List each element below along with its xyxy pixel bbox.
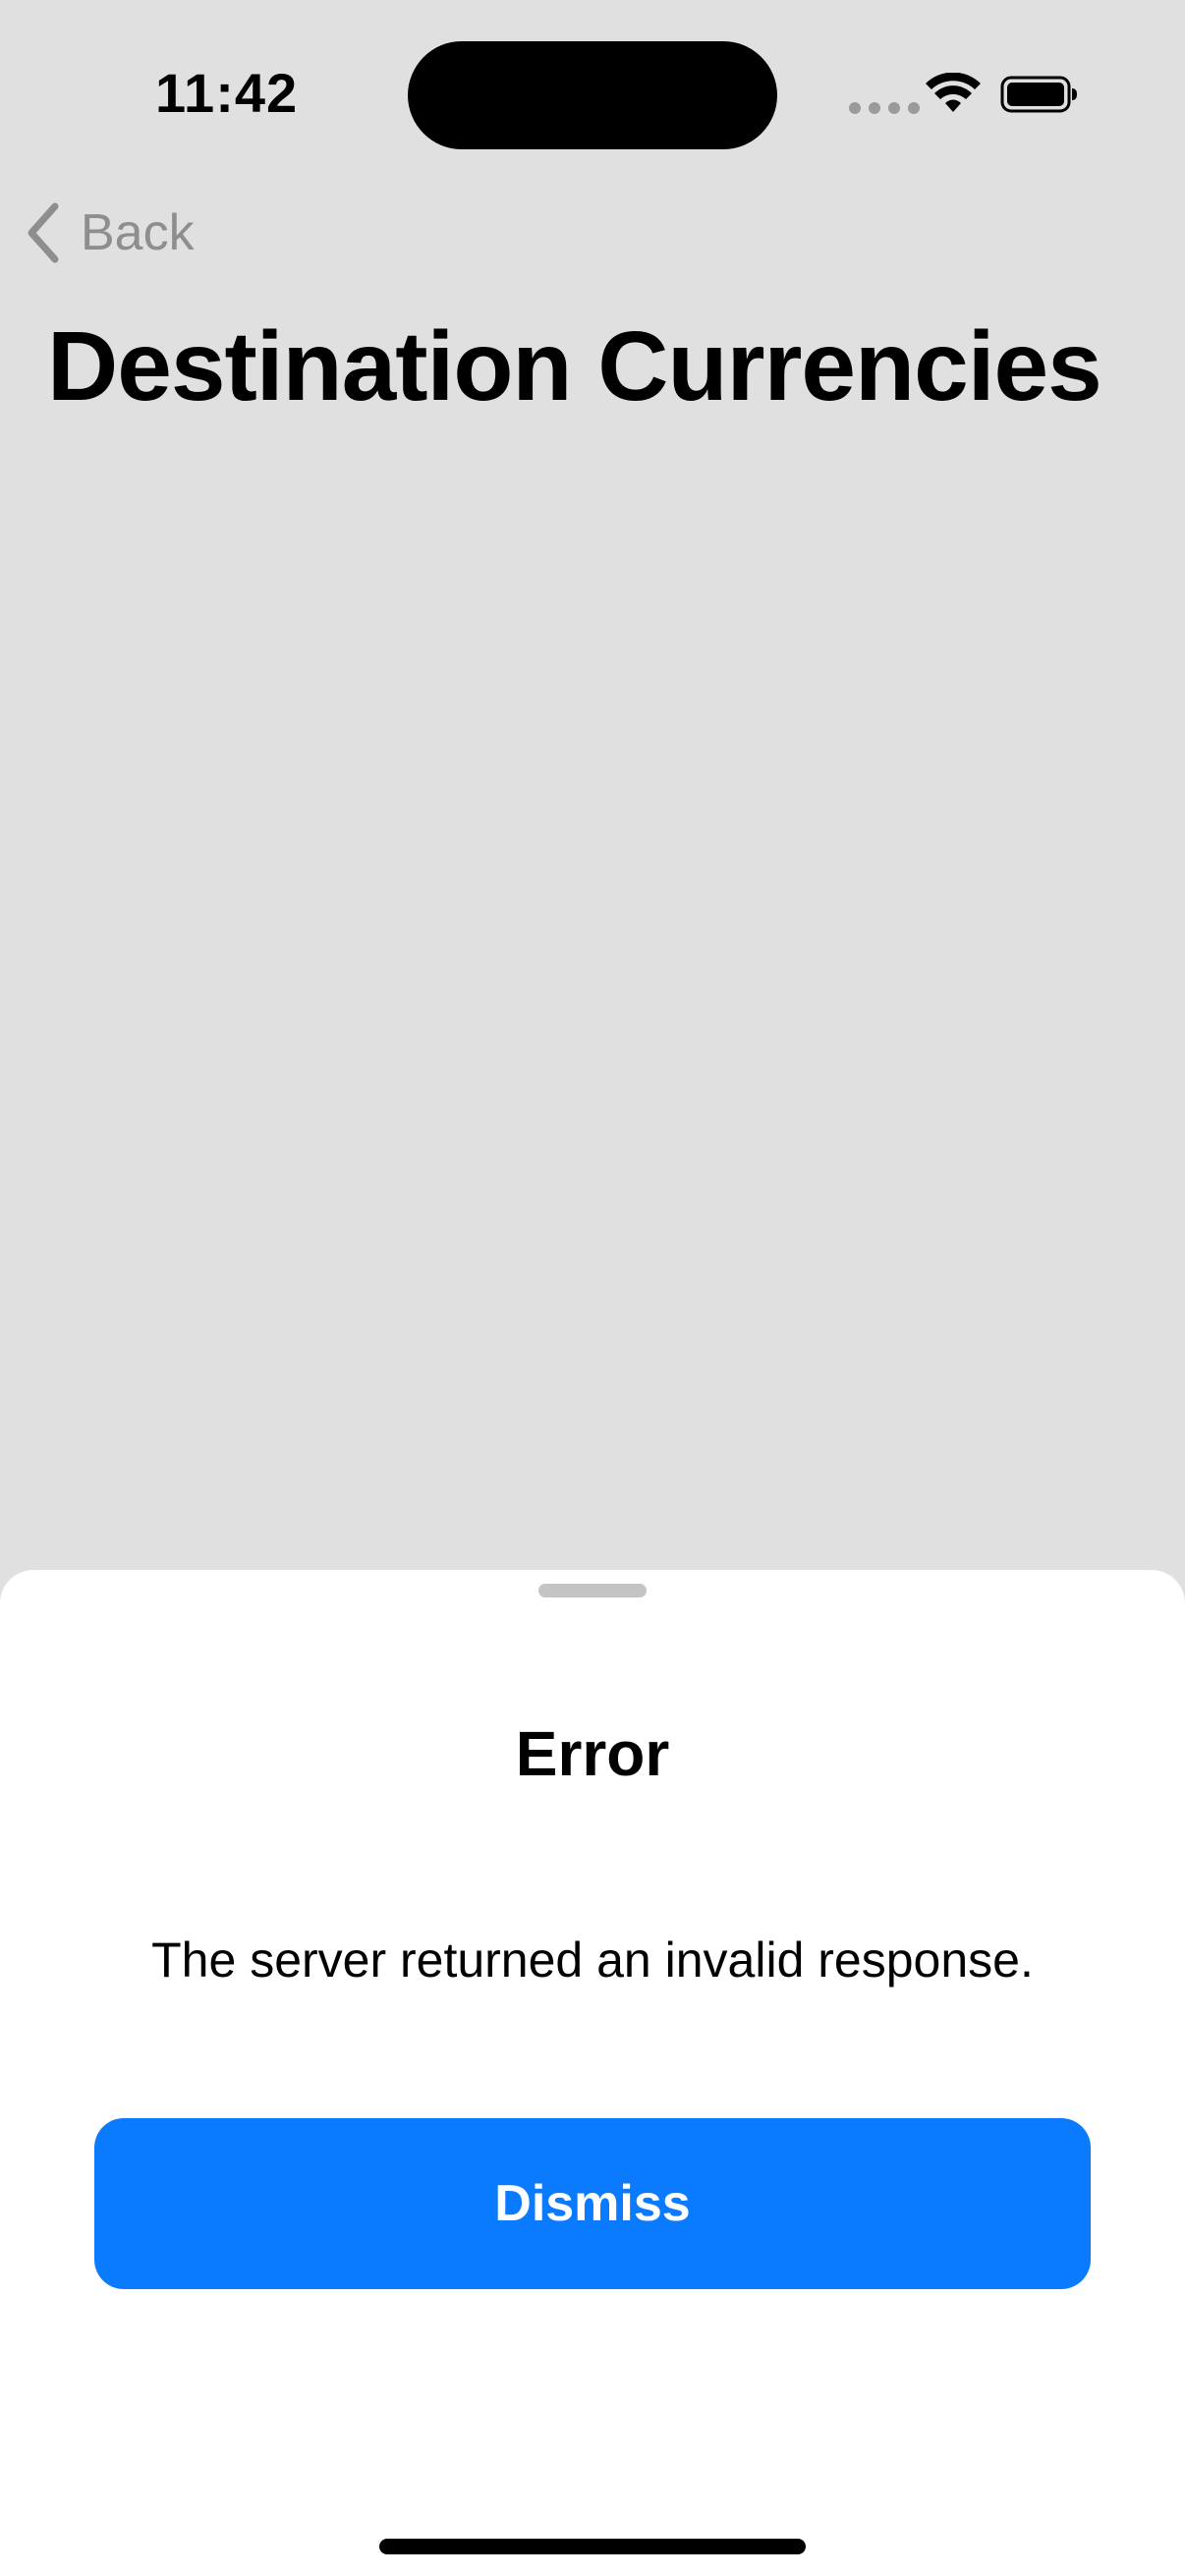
error-message: The server returned an invalid response. — [151, 1932, 1034, 1988]
dismiss-button[interactable]: Dismiss — [94, 2118, 1091, 2289]
error-sheet: Error The server returned an invalid res… — [0, 1570, 1185, 2576]
home-indicator[interactable] — [379, 2539, 806, 2554]
status-time: 11:42 — [155, 62, 299, 124]
error-title: Error — [515, 1718, 670, 1789]
page-title: Destination Currencies — [47, 311, 1102, 421]
wifi-icon — [926, 73, 981, 112]
dynamic-island — [408, 41, 777, 149]
signal-dots-icon — [849, 102, 920, 114]
status-bar: 11:42 — [0, 0, 1185, 187]
chevron-left-icon — [28, 202, 59, 263]
back-button[interactable]: Back — [24, 196, 195, 269]
back-label: Back — [81, 204, 195, 261]
sheet-grabber[interactable] — [538, 1584, 647, 1597]
battery-icon — [1000, 76, 1077, 113]
